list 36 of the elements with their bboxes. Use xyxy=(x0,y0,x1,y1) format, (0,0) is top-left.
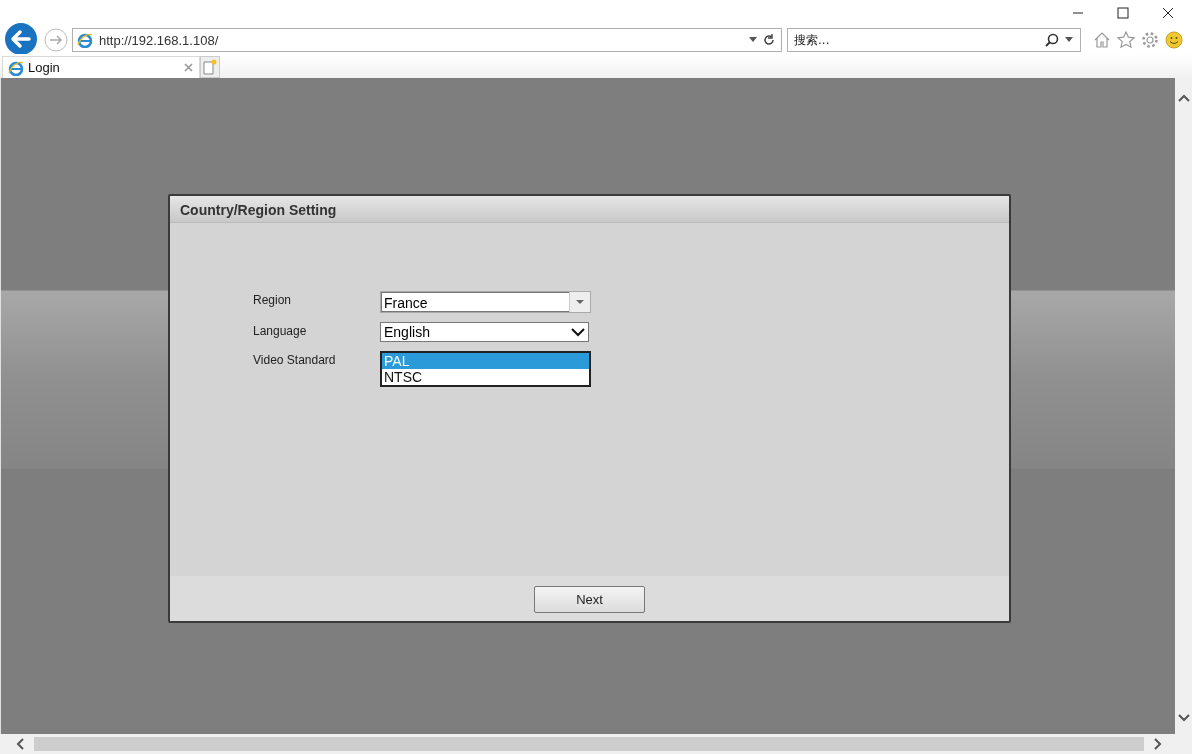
settings-icon[interactable] xyxy=(1141,31,1159,49)
horizontal-scrollbar[interactable] xyxy=(0,734,1192,754)
chevron-up-icon[interactable] xyxy=(1177,94,1190,102)
home-icon[interactable] xyxy=(1093,31,1111,49)
video-standard-list[interactable]: PAL NTSC xyxy=(380,351,591,387)
dropdown-caret-icon[interactable] xyxy=(1065,37,1073,43)
back-button[interactable] xyxy=(4,22,38,56)
list-option[interactable]: NTSC xyxy=(382,369,589,385)
close-icon[interactable] xyxy=(1162,7,1174,19)
new-page-icon xyxy=(203,59,217,75)
field-label: Region xyxy=(253,292,293,307)
search-icon[interactable] xyxy=(1045,33,1059,47)
next-button[interactable]: Next xyxy=(534,585,645,613)
maximize-icon[interactable] xyxy=(1117,7,1129,19)
field-label: Language xyxy=(253,323,308,338)
dropdown-caret-icon[interactable] xyxy=(576,299,584,305)
language-dropdown[interactable]: English xyxy=(380,322,589,342)
address-bar[interactable]: http://192.168.1.108/ xyxy=(72,28,782,52)
smiley-icon[interactable] xyxy=(1165,31,1183,49)
scrollbar-thumb[interactable] xyxy=(34,737,1144,751)
browser-logo-icon xyxy=(77,32,93,48)
field-label: Video Standard xyxy=(253,352,337,367)
browser-logo-icon xyxy=(8,59,24,76)
chevron-right-icon[interactable] xyxy=(1154,738,1162,750)
chevron-down-icon xyxy=(571,327,585,337)
refresh-icon[interactable] xyxy=(763,34,775,46)
chevron-left-icon[interactable] xyxy=(16,738,24,750)
browser-tab[interactable]: Login xyxy=(2,56,200,78)
search-field[interactable]: 搜索... xyxy=(787,28,1081,52)
address-text: http://192.168.1.108/ xyxy=(99,32,220,48)
dropdown-caret-icon[interactable] xyxy=(749,37,757,43)
tab-title: Login xyxy=(28,60,61,75)
star-icon[interactable] xyxy=(1117,31,1135,49)
chevron-down-icon[interactable] xyxy=(1177,714,1190,722)
region-combo-box[interactable]: France xyxy=(380,291,591,313)
dialog-title: Country/Region Setting xyxy=(170,196,1009,223)
